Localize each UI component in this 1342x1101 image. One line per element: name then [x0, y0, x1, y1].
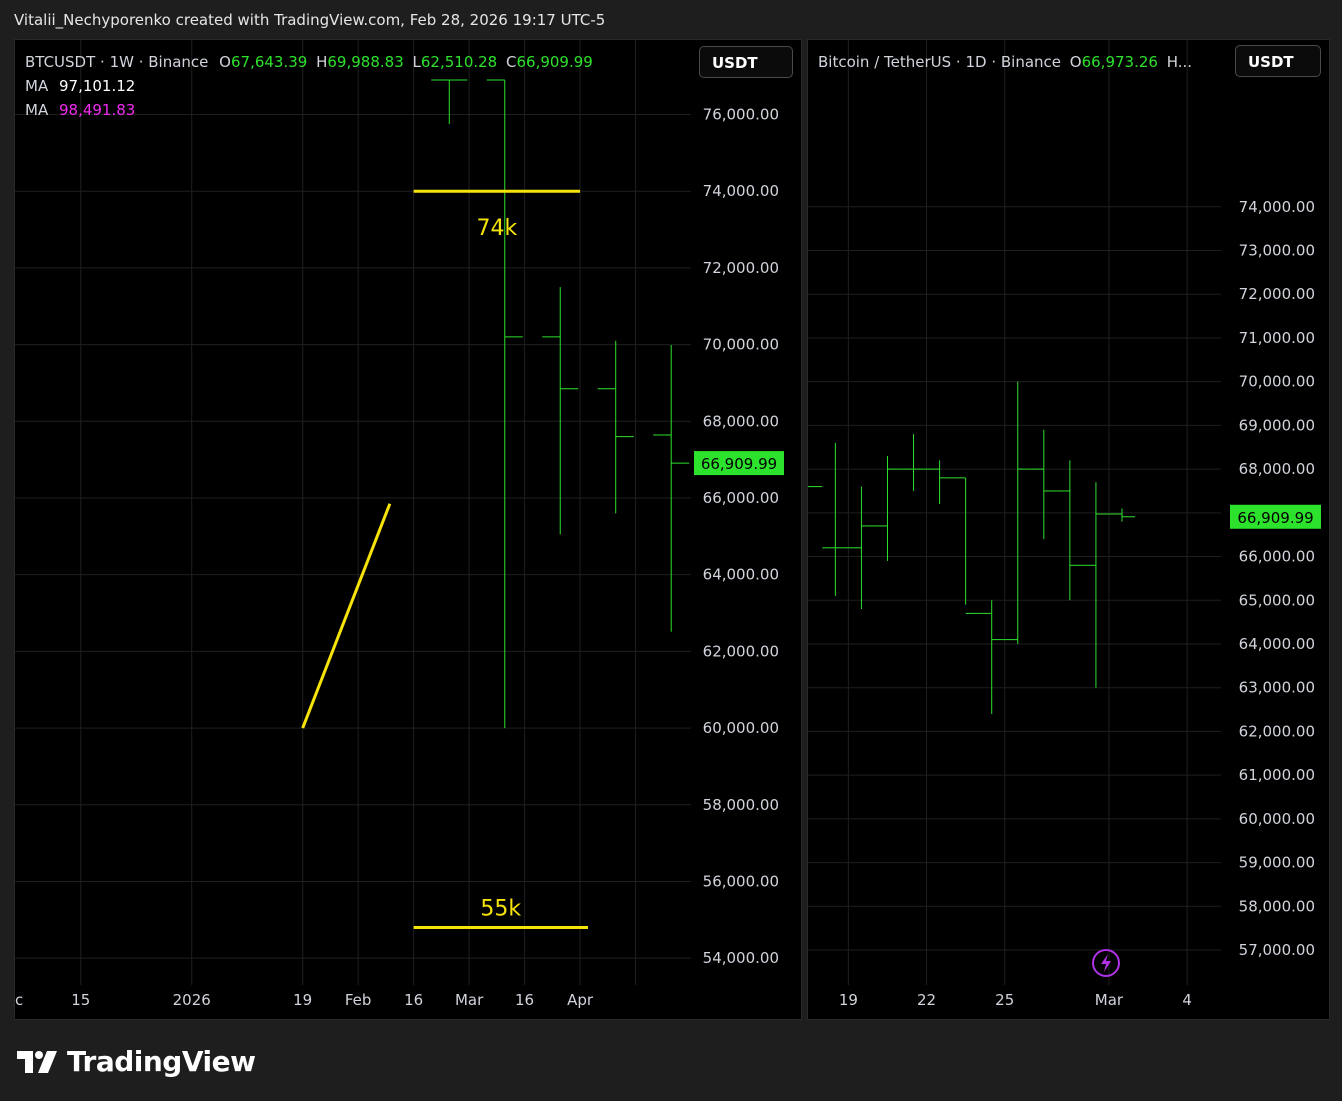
daily-currency-button[interactable]: USDT: [1235, 45, 1321, 77]
y-tick-label: 64,000.00: [1239, 635, 1315, 653]
y-tick-label: 66,000.00: [1239, 548, 1315, 566]
ma2-value: 98,491.83: [58, 101, 136, 119]
y-tick-label: 72,000.00: [1239, 285, 1315, 303]
close-value: 66,909.99: [516, 53, 593, 71]
y-tick-label: 70,000.00: [1239, 373, 1315, 391]
weekly-legend: BTCUSDT · 1W · Binance O67,643.39 H69,98…: [25, 50, 593, 122]
y-tick-label: 62,000.00: [1239, 722, 1315, 740]
y-tick-label: 58,000.00: [1239, 897, 1315, 915]
x-tick-label: 2026: [173, 991, 211, 1009]
daily-chart-svg[interactable]: 57,000.00 58,000.00 59,000.00 60,000.00 61,0…: [808, 40, 1329, 1019]
x-tick-label: Apr: [567, 991, 594, 1009]
y-tick-label: 71,000.00: [1239, 329, 1315, 347]
ma2-label: MA: [25, 101, 49, 119]
low-value: 62,510.28: [420, 53, 498, 71]
x-tick-label: c: [15, 991, 23, 1009]
x-tick-label: 25: [995, 991, 1014, 1009]
weekly-chart-pane[interactable]: 54,000.00 56,000.00 58,000.00 60,000.00 62,0…: [14, 39, 802, 1020]
y-tick-label: 74,000.00: [703, 182, 779, 200]
y-tick-label: 58,000.00: [703, 796, 779, 814]
trend-line: [301, 503, 392, 729]
close-label: C: [506, 53, 517, 71]
x-tick-label: 4: [1182, 991, 1192, 1009]
daily-symbol-line: Bitcoin / TetherUS · 1D · Binance: [818, 53, 1061, 71]
y-tick-label: 76,000.00: [703, 106, 779, 124]
open-label: O: [219, 53, 231, 71]
open-value: 67,643.39: [230, 53, 308, 71]
x-tick-label: 16: [404, 991, 423, 1009]
weekly-chart-svg[interactable]: 54,000.00 56,000.00 58,000.00 60,000.00 62,0…: [15, 40, 801, 1019]
y-tick-label: 54,000.00: [703, 949, 779, 967]
x-tick-label: 16: [515, 991, 534, 1009]
daily-open-label: O: [1069, 53, 1082, 71]
level-label-55k: 55k: [480, 896, 521, 921]
level-label-74k: 74k: [476, 216, 517, 241]
chart-caption: Vitalii_Nechyporenko created with Tradin…: [14, 11, 606, 29]
y-tick-label: 63,000.00: [1239, 679, 1315, 697]
y-tick-label: 61,000.00: [1239, 766, 1315, 784]
ma1-label: MA: [25, 77, 49, 95]
x-tick-label: Mar: [1095, 991, 1124, 1009]
high-label: H: [316, 53, 328, 71]
ma1-value: 97,101.12: [58, 77, 136, 95]
y-tick-label: 73,000.00: [1239, 242, 1315, 260]
x-tick-label: 19: [293, 991, 312, 1009]
last-price-label: 66,909.99: [701, 455, 777, 473]
tradingview-logo-icon: [17, 1050, 57, 1073]
high-value: 69,988.83: [327, 53, 404, 71]
y-tick-label: 68,000.00: [703, 412, 779, 430]
daily-high-truncated: H...: [1166, 53, 1193, 71]
currency-button[interactable]: USDT: [699, 46, 793, 78]
brand-name: TradingView: [67, 1045, 256, 1078]
lightning-icon[interactable]: [1091, 948, 1121, 978]
last-price-label: 66,909.99: [1237, 509, 1313, 527]
y-tick-label: 57,000.00: [1239, 941, 1315, 959]
y-tick-label: 65,000.00: [1239, 591, 1315, 609]
y-tick-label: 62,000.00: [703, 642, 779, 660]
y-tick-label: 60,000.00: [703, 719, 779, 737]
y-tick-label: 69,000.00: [1239, 416, 1315, 434]
y-tick-label: 74,000.00: [1239, 198, 1315, 216]
x-tick-label: Mar: [455, 991, 484, 1009]
daily-legend: Bitcoin / TetherUS · 1D · Binance O66,97…: [818, 50, 1192, 74]
y-tick-label: 59,000.00: [1239, 854, 1315, 872]
daily-chart-pane[interactable]: 57,000.00 58,000.00 59,000.00 60,000.00 61,0…: [807, 39, 1330, 1020]
x-tick-label: 19: [839, 991, 858, 1009]
x-tick-label: 15: [71, 991, 90, 1009]
y-tick-label: 72,000.00: [703, 259, 779, 277]
weekly-symbol-line: BTCUSDT · 1W · Binance: [25, 53, 209, 71]
daily-open-value: 66,973.26: [1081, 53, 1158, 71]
y-tick-label: 66,000.00: [703, 489, 779, 507]
y-tick-label: 56,000.00: [703, 872, 779, 890]
x-tick-label: 22: [917, 991, 936, 1009]
y-tick-label: 60,000.00: [1239, 810, 1315, 828]
y-tick-label: 68,000.00: [1239, 460, 1315, 478]
low-label: L: [412, 53, 421, 71]
tradingview-brand[interactable]: TradingView: [17, 1045, 256, 1078]
x-tick-label: Feb: [345, 991, 372, 1009]
y-tick-label: 70,000.00: [703, 336, 779, 354]
y-tick-label: 64,000.00: [703, 566, 779, 584]
